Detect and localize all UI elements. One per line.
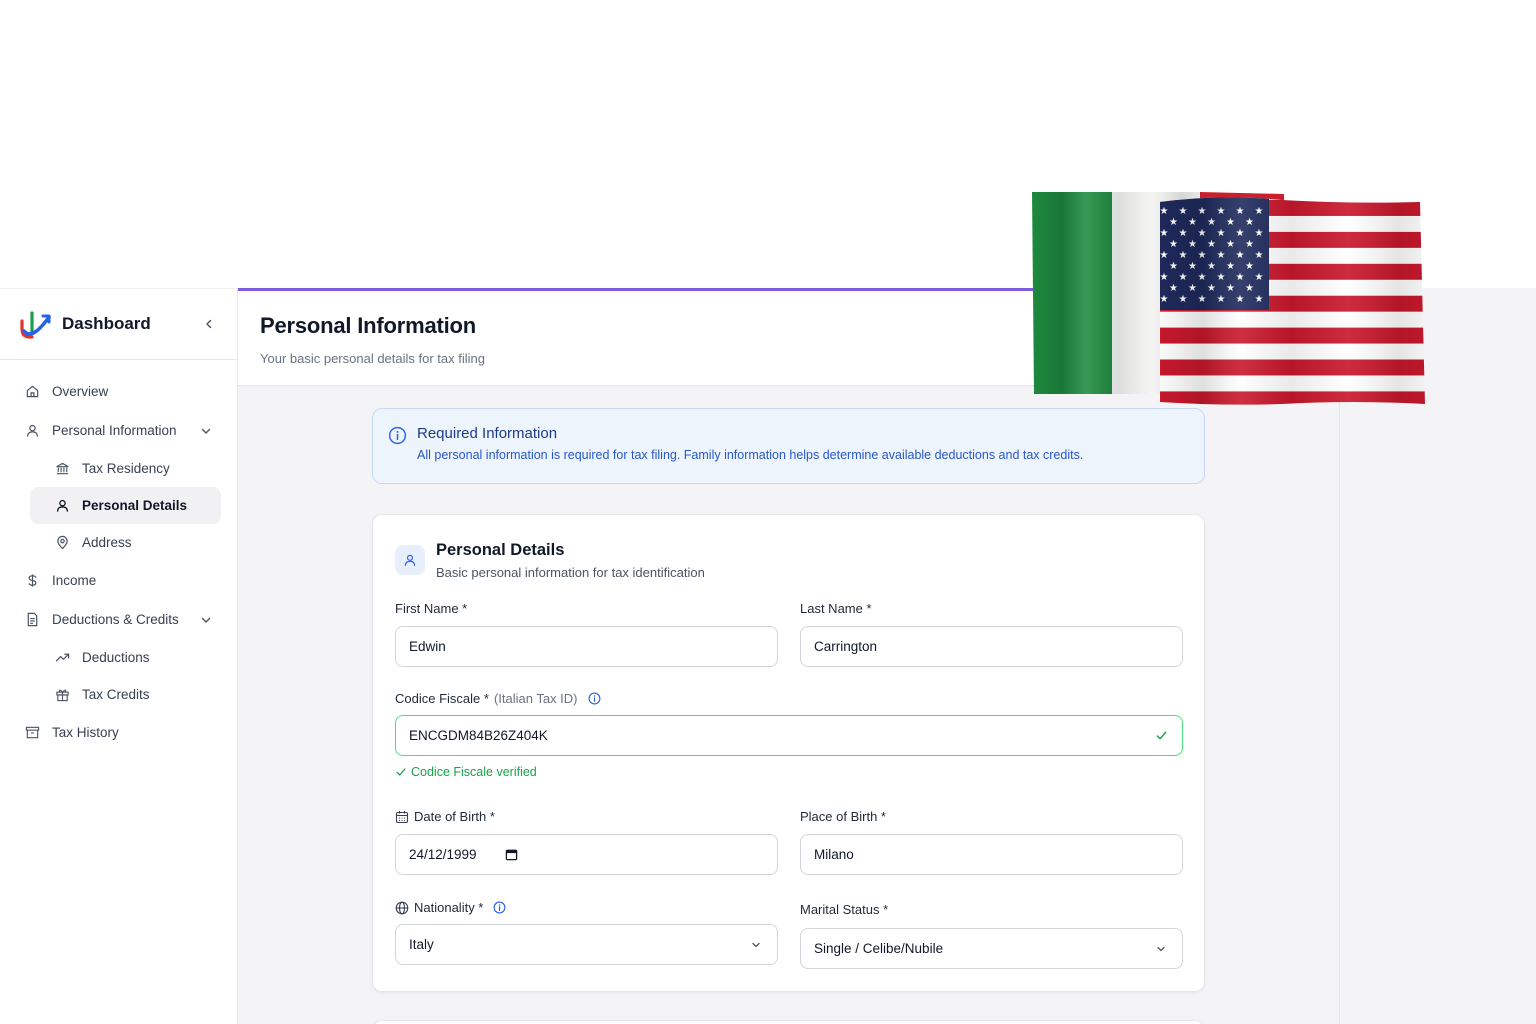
marital-status-select[interactable]: Single / Celibe/Nubile	[800, 928, 1183, 969]
date-of-birth-value: 24/12/1999	[409, 847, 477, 862]
sidebar-item-deductions-credits[interactable]: Deductions & Credits	[0, 600, 237, 639]
sidebar-item-label: Personal Details	[82, 498, 188, 513]
chevron-down-icon	[750, 938, 764, 952]
sidebar-header: Dashboard	[0, 288, 237, 360]
codice-fiscale-value: ENCGDM84B26Z404K	[409, 728, 548, 743]
nationality-value: Italy	[409, 937, 434, 952]
sidebar-item-label: Deductions & Credits	[52, 612, 179, 627]
app-screen: Dashboard Overview Personal Information …	[0, 0, 1536, 1024]
sidebar-item-label: Deductions	[82, 650, 150, 665]
sidebar-item-address[interactable]: Address	[30, 524, 221, 561]
sidebar-item-label: Tax Residency	[82, 461, 170, 476]
trending-icon	[54, 650, 70, 666]
info-tooltip-icon[interactable]	[493, 901, 506, 914]
date-of-birth-field[interactable]: 24/12/1999	[395, 834, 778, 875]
last-name-label: Last Name *	[800, 601, 872, 616]
bank-icon	[54, 461, 70, 477]
sidebar-item-tax-credits[interactable]: Tax Credits	[30, 676, 221, 713]
info-banner-title: Required Information	[417, 425, 558, 442]
sidebar-item-label: Income	[52, 573, 97, 588]
app-logo	[20, 311, 51, 339]
codice-fiscale-label-text: Codice Fiscale *	[395, 691, 489, 706]
user-icon	[54, 498, 70, 514]
sidebar-item-overview[interactable]: Overview	[0, 372, 237, 411]
codice-fiscale-field[interactable]: ENCGDM84B26Z404K	[395, 715, 1183, 756]
chevron-down-icon	[201, 428, 211, 434]
card-title: Personal Details	[436, 541, 565, 559]
last-name-field[interactable]: Carrington	[800, 626, 1183, 667]
user-icon	[24, 423, 40, 439]
sidebar-title: Dashboard	[62, 314, 151, 333]
sidebar: Dashboard Overview Personal Information …	[0, 288, 238, 1024]
chevron-down-icon	[201, 617, 211, 623]
next-card-edge	[372, 1020, 1205, 1024]
nationality-label-text: Nationality *	[414, 900, 484, 915]
dollar-icon	[24, 573, 40, 589]
archive-icon	[24, 725, 40, 741]
sidebar-item-label: Overview	[52, 384, 109, 399]
first-name-label: First Name *	[395, 601, 467, 616]
home-icon	[24, 384, 40, 400]
chevron-down-icon	[1155, 942, 1169, 956]
codice-fiscale-label: Codice Fiscale * (Italian Tax ID)	[395, 691, 601, 706]
codice-fiscale-status-text: Codice Fiscale verified	[411, 765, 537, 779]
date-of-birth-label: Date of Birth *	[395, 809, 495, 824]
sidebar-item-label: Address	[82, 535, 132, 550]
place-of-birth-label-text: Place of Birth *	[800, 809, 886, 824]
info-tooltip-icon[interactable]	[588, 692, 601, 705]
first-name-value: Edwin	[409, 639, 446, 654]
last-name-label-text: Last Name *	[800, 601, 872, 616]
first-name-label-text: First Name *	[395, 601, 468, 616]
nationality-label: Nationality *	[395, 900, 506, 915]
sidebar-item-label: Personal Information	[52, 423, 177, 438]
marital-status-label-text: Marital Status *	[800, 902, 889, 917]
chevron-left-icon	[206, 319, 212, 329]
sidebar-item-personal-details[interactable]: Personal Details	[30, 487, 221, 524]
place-of-birth-label: Place of Birth *	[800, 809, 886, 824]
check-icon	[1155, 729, 1169, 743]
sidebar-item-label: Tax History	[52, 725, 119, 740]
sidebar-nav: Overview Personal Information Tax Reside…	[0, 360, 237, 752]
info-banner: Required Information All personal inform…	[372, 408, 1205, 484]
sidebar-item-personal-information[interactable]: Personal Information	[0, 411, 237, 450]
sidebar-item-deductions[interactable]: Deductions	[30, 639, 221, 676]
map-pin-icon	[54, 535, 70, 551]
sidebar-item-tax-history[interactable]: Tax History	[0, 713, 237, 752]
marital-status-label: Marital Status *	[800, 902, 888, 917]
date-of-birth-label-text: Date of Birth *	[414, 809, 495, 824]
personal-details-card: Personal Details Basic personal informat…	[372, 514, 1205, 992]
marital-status-value: Single / Celibe/Nubile	[814, 941, 944, 956]
info-icon	[388, 426, 407, 445]
info-banner-text: All personal information is required for…	[417, 448, 1084, 462]
sidebar-item-tax-residency[interactable]: Tax Residency	[30, 450, 221, 487]
place-of-birth-value: Milano	[814, 847, 854, 862]
nationality-select[interactable]: Italy	[395, 924, 778, 965]
document-icon	[24, 612, 40, 628]
last-name-value: Carrington	[814, 639, 878, 654]
globe-icon	[395, 901, 409, 914]
collapse-sidebar-button[interactable]	[199, 314, 219, 334]
italy-usa-flags-image: ★★★★★★★★★★★★★★★★★★★★★★★★★★★★★★★★★★★★★★★★…	[1032, 192, 1425, 405]
check-icon	[396, 768, 406, 776]
content-area: Required Information All personal inform…	[238, 386, 1340, 1024]
codice-fiscale-hint: (Italian Tax ID)	[493, 691, 578, 706]
user-icon	[404, 554, 416, 566]
calendar-icon	[395, 810, 409, 823]
codice-fiscale-status: Codice Fiscale verified	[395, 765, 537, 779]
user-badge	[395, 545, 425, 575]
place-of-birth-field[interactable]: Milano	[800, 834, 1183, 875]
sidebar-item-income[interactable]: Income	[0, 561, 237, 600]
calendar-picker-icon[interactable]	[505, 848, 518, 861]
sidebar-item-label: Tax Credits	[82, 687, 150, 702]
card-subtitle: Basic personal information for tax ident…	[436, 565, 705, 580]
gift-icon	[54, 687, 70, 703]
first-name-field[interactable]: Edwin	[395, 626, 778, 667]
